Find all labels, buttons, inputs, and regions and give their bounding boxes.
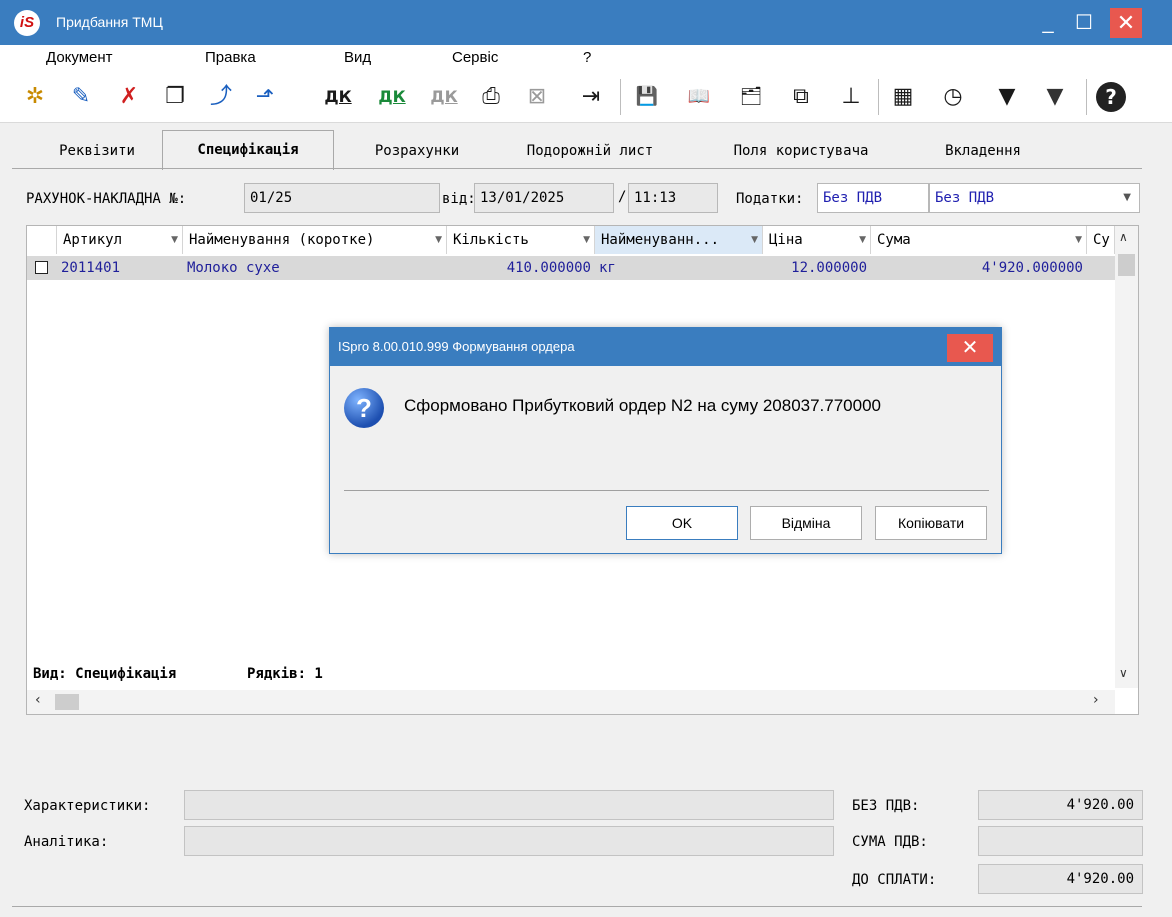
book-icon[interactable]: 📖 [684,82,714,112]
tab-attachments[interactable]: Вкладення [918,136,1048,166]
tab-user-fields[interactable]: Поля користувача [706,136,896,166]
cell-unit[interactable]: кг [595,256,763,280]
analytics-field[interactable] [184,826,834,856]
tax-select[interactable]: Без ПДВ ▼ [929,183,1140,213]
grid-rows-count: Рядків: 1 [247,666,323,682]
dialog-separator [344,490,989,491]
scroll-right-icon[interactable]: › [1093,692,1099,708]
copy-button[interactable]: Копіювати [875,506,987,540]
menu-service[interactable]: Сервіс [452,49,498,66]
toolbar-separator [620,79,621,115]
no-vat-label: БЕЗ ПДВ: [852,798,920,814]
dialog-close-button[interactable]: ✕ [947,334,993,362]
tab-waybill[interactable]: Подорожній лист [504,136,676,166]
time-separator: / [618,189,627,205]
title-bar: iS Придбання ТМЦ _ ☐ ✕ [0,0,1172,45]
doc-forward-icon[interactable]: ⬏ [250,82,280,112]
close-button[interactable]: ✕ [1110,8,1142,38]
edit-doc-icon[interactable]: ✎ [66,82,96,112]
footer-divider [12,906,1142,907]
table-row[interactable]: 2011401 Молоко сухе 410.000000 кг 12.000… [27,226,1115,286]
debit-credit-icon[interactable]: ДК [318,82,358,112]
time-field[interactable]: 11:13 [628,183,718,213]
filter-clear-icon[interactable]: ▼ [1040,82,1070,112]
menu-help[interactable]: ? [583,49,591,66]
tab-specification[interactable]: Специфікація [162,130,334,170]
tax-field-1[interactable]: Без ПДВ [817,183,929,213]
exit-door-icon[interactable]: ⇥ [576,82,606,112]
vat-sum-value [978,826,1143,856]
row-checkbox[interactable] [27,256,57,280]
window-title: Придбання ТМЦ [56,14,163,30]
cell-name[interactable]: Молоко сухе [183,256,447,280]
tab-bar: Реквізити Специфікація Розрахунки Подоро… [12,130,1142,170]
cancel-doc-icon: ⊠ [527,84,547,109]
new-doc-icon[interactable]: ✲ [20,82,50,112]
tax-select-value: Без ПДВ [935,190,995,206]
scroll-up-icon[interactable]: ∧ [1119,230,1128,244]
cell-sum[interactable]: 4'920.000000 [871,256,1087,280]
hscrollbar-thumb[interactable] [55,694,79,710]
menu-document[interactable]: Документ [46,49,113,66]
hierarchy-icon[interactable]: ⊥ [836,82,866,112]
date-label: від: [442,191,476,207]
delete-doc-icon[interactable]: ✗ [114,82,144,112]
analytics-label: Аналітика: [24,834,109,850]
app-logo-icon: iS [14,10,40,36]
tab-divider [12,168,1142,169]
dialog-title: ISpro 8.00.010.999 Формування ордера [330,328,1001,366]
menu-bar: Документ Правка Вид Сервіс ? [0,45,1172,71]
ok-button[interactable]: OK [626,506,738,540]
invoice-number-label: РАХУНОК-НАКЛАДНА №: [26,191,187,207]
chevron-down-icon[interactable]: ▼ [1123,184,1131,212]
checkbox-icon[interactable] [35,261,48,274]
minimize-button[interactable]: _ [1032,8,1064,38]
menu-edit[interactable]: Правка [205,49,256,66]
scrollbar-thumb[interactable] [1118,254,1135,276]
doc-up-icon[interactable]: ⤴ [206,82,236,112]
scroll-down-icon[interactable]: ∨ [1119,666,1128,680]
invoice-number-field[interactable]: 01/25 [244,183,440,213]
debit-credit-green-icon[interactable]: ДК [372,82,412,112]
debit-credit-disabled-icon: ДК [430,87,458,106]
taxes-label: Податки: [736,191,804,207]
grid-view-label: Вид: Специфікація [33,666,177,682]
history-icon[interactable]: ◷ [938,82,968,112]
menu-view[interactable]: Вид [344,49,371,66]
folder-search-icon[interactable]: 🗂 [736,82,766,112]
print-icon[interactable]: ⎙ [476,82,506,112]
characteristics-field[interactable] [184,790,834,820]
toolbar-separator [1086,79,1087,115]
copy-doc-icon[interactable]: ❐ [160,82,190,112]
filter-icon[interactable]: ▼ [992,82,1022,112]
toolbar-separator [878,79,879,115]
to-pay-label: ДО СПЛАТИ: [852,872,937,888]
table-icon[interactable]: ▦ [888,82,918,112]
link-icon[interactable]: ⧉ [786,82,816,112]
cell-quantity[interactable]: 410.000000 [447,256,595,280]
vertical-scrollbar[interactable]: ∧ ∨ [1115,226,1138,688]
order-dialog: ISpro 8.00.010.999 Формування ордера ✕ ?… [329,327,1002,554]
characteristics-label: Характеристики: [24,798,151,814]
tab-calculations[interactable]: Розрахунки [342,136,492,166]
to-pay-value: 4'920.00 [978,864,1143,894]
dialog-message: Сформовано Прибутковий ордер N2 на суму … [404,396,882,415]
cell-sum-2[interactable] [1087,256,1115,280]
horizontal-scrollbar[interactable]: ‹ › [27,690,1115,714]
tab-requisites[interactable]: Реквізити [42,136,152,166]
cancel-button[interactable]: Відміна [750,506,862,540]
question-icon: ? [344,388,384,428]
toolbar: ✲ ✎ ✗ ❐ ⤴ ⬏ ДК ДК ДК ⎙ ⊠ ⇥ 💾 📖 🗂 ⧉ ⊥ ▦ ◷… [0,71,1172,123]
maximize-button[interactable]: ☐ [1068,8,1100,38]
save-icon: 💾 [635,86,659,107]
date-field[interactable]: 13/01/2025 [474,183,614,213]
no-vat-value: 4'920.00 [978,790,1143,820]
help-icon[interactable]: ? [1096,82,1126,112]
cell-price[interactable]: 12.000000 [763,256,871,280]
cell-article[interactable]: 2011401 [57,256,183,280]
vat-sum-label: СУМА ПДВ: [852,834,928,850]
scroll-left-icon[interactable]: ‹ [35,692,41,708]
